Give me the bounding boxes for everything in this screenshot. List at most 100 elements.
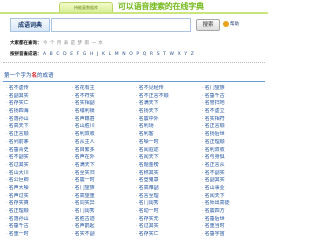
idiom-link[interactable]: 名满天下: [72, 162, 136, 170]
idiom-link[interactable]: 名声籍甚: [72, 116, 136, 124]
idiom-link[interactable]: 名正言顺: [202, 123, 266, 131]
header-divider: [0, 12, 268, 14]
idiom-link[interactable]: 名垂青史: [6, 147, 70, 155]
help-link[interactable]: 帮助: [223, 20, 239, 30]
idiom-link[interactable]: 名门望族: [202, 85, 266, 93]
pinyin-index-label: 按拼音查成语：: [10, 52, 42, 57]
idiom-link[interactable]: 名垂千古: [6, 223, 70, 231]
search-category-label: 成语词典: [10, 18, 50, 32]
idiom-link[interactable]: 名不副实: [6, 154, 70, 162]
idiom-link[interactable]: 名声在外: [72, 154, 136, 162]
idiom-link[interactable]: 名不虚立: [202, 108, 266, 116]
idiom-link[interactable]: 名垂后世: [202, 216, 266, 224]
idiom-link[interactable]: 名正言顺: [6, 131, 70, 139]
idiom-link[interactable]: 名闻天下: [136, 154, 200, 162]
idiom-link[interactable]: 名垂千古: [202, 93, 266, 101]
idiom-link[interactable]: 名正理顺: [6, 208, 70, 216]
idiom-link[interactable]: 名称其实: [136, 170, 200, 178]
section-title: 第一个字为名的成语: [4, 71, 54, 81]
idiom-link[interactable]: 名垂宇宙: [202, 231, 266, 239]
idiom-link[interactable]: 名重当时: [202, 223, 266, 231]
idiom-link[interactable]: 名实不副: [72, 231, 136, 239]
idiom-link[interactable]: 名山胜川: [72, 123, 136, 131]
tab-database[interactable]: 持能复数据库: [59, 2, 113, 12]
idiom-link[interactable]: 名利客: [136, 131, 200, 139]
idiom-column-2: 名花有主名不符实名实相副名缰利锁名声籍甚名山胜川名利双收名从主人名目繁多名声在外…: [72, 85, 136, 239]
idiom-link[interactable]: 名利双收: [202, 147, 266, 155]
idiom-column-1: 名不虚传名副其实名存实亡名扬四海名落孙山名高天下名正言顺名列前茅名垂青史名不副实…: [6, 85, 70, 239]
idiom-link[interactable]: 名动一时: [136, 208, 200, 216]
search-input[interactable]: [51, 18, 191, 32]
idiom-link[interactable]: 名列前茅: [6, 139, 70, 147]
idiom-link[interactable]: 名声鹊起: [72, 223, 136, 231]
idiom-link[interactable]: 名誉扫地: [202, 100, 266, 108]
idiom-link[interactable]: 名至实归: [72, 170, 136, 178]
idiom-link[interactable]: 名高难副: [136, 185, 200, 193]
help-label: 帮助: [230, 22, 239, 27]
pinyin-index-row: 按拼音查成语： A B C D E F G H J K L M N O P Q …: [10, 51, 194, 59]
idiom-link[interactable]: 名公巨卿: [6, 177, 70, 185]
idiom-link[interactable]: 名震一时: [72, 177, 136, 185]
idiom-link[interactable]: 名闻天下: [202, 193, 266, 201]
idiom-link[interactable]: 名不副实: [202, 170, 266, 178]
idiom-link[interactable]: 名落孙山: [6, 216, 70, 224]
idiom-link[interactable]: 名过其实: [6, 162, 70, 170]
idiom-link[interactable]: 名实相副: [72, 100, 136, 108]
search-button[interactable]: 搜索: [196, 19, 220, 31]
idiom-link[interactable]: 名噪一时: [136, 139, 200, 147]
idiom-link[interactable]: 名重一时: [6, 231, 70, 239]
idiom-link[interactable]: 名正理顺: [202, 139, 266, 147]
popular-search-row: 大家都在查询： 今 个 月 表 是 梦 雨 一 水: [10, 40, 103, 48]
idiom-link[interactable]: 名落孙山: [6, 116, 70, 124]
idiom-link[interactable]: 名与身俱: [202, 154, 266, 162]
idiom-link[interactable]: 名目繁多: [72, 147, 136, 155]
idiom-link[interactable]: 名登鬼箓: [136, 177, 200, 185]
idiom-link[interactable]: 名声大噪: [6, 185, 70, 193]
idiom-link[interactable]: 名存实爽: [6, 200, 70, 208]
idiom-link[interactable]: 名利场: [136, 123, 200, 131]
idiom-link[interactable]: 名山事业: [202, 185, 266, 193]
idiom-link[interactable]: 名胜古迹: [72, 216, 136, 224]
popular-search-items[interactable]: 今 个 月 表 是 梦 雨 一 水: [43, 41, 103, 46]
idiom-link[interactable]: 名门闺秀: [136, 200, 200, 208]
idiom-link[interactable]: 名不见经传: [136, 85, 200, 93]
pinyin-letters[interactable]: A B C D E F G H J K L M N O P Q R S T W …: [43, 52, 194, 57]
idiom-link[interactable]: 名实相符: [202, 116, 266, 124]
idiom-column-4: 名门望族名垂千古名誉扫地名不虚立名实相符名正言顺名扬后世名正理顺名利双收名与身俱…: [202, 85, 266, 239]
section-divider: [3, 81, 265, 82]
help-icon: [223, 20, 229, 27]
idiom-link[interactable]: 名扬四海: [6, 108, 70, 116]
idiom-link[interactable]: 名副其实: [6, 93, 70, 101]
idiom-link[interactable]: 名花有主: [72, 85, 136, 93]
idiom-link[interactable]: 名扬天下: [136, 108, 200, 116]
idiom-link[interactable]: 名扬后世: [202, 131, 266, 139]
idiom-link[interactable]: 名门闺秀: [72, 208, 136, 216]
idiom-link[interactable]: 名从主人: [72, 139, 136, 147]
section-title-suffix: 的成语: [37, 73, 54, 79]
idiom-link[interactable]: 名存实无: [136, 216, 200, 224]
idiom-link[interactable]: 名存实亡: [136, 231, 200, 239]
popular-search-label: 大家都在查询：: [10, 41, 42, 46]
idiom-link[interactable]: 名正言从: [202, 162, 266, 170]
idiom-link[interactable]: 名声过实: [6, 193, 70, 201]
idiom-link[interactable]: 名不正言不顺: [136, 93, 200, 101]
idiom-link[interactable]: 名利双收: [72, 131, 136, 139]
idiom-link[interactable]: 名不符实: [72, 93, 136, 101]
idiom-link[interactable]: 名门望族: [72, 185, 136, 193]
idiom-link[interactable]: 名过其实: [136, 223, 200, 231]
idiom-link[interactable]: 名存实亡: [6, 100, 70, 108]
idiom-link[interactable]: 名副其实: [202, 177, 266, 185]
idiom-link[interactable]: 名师出高徒: [202, 200, 266, 208]
idiom-link[interactable]: 名同实异: [72, 200, 136, 208]
idiom-link[interactable]: 名题金榜: [136, 162, 200, 170]
idiom-link[interactable]: 名山大川: [6, 170, 70, 178]
idiom-link[interactable]: 名震中外: [136, 116, 200, 124]
idiom-link[interactable]: 名高天下: [6, 123, 70, 131]
idiom-link[interactable]: 名言至理: [136, 193, 200, 201]
idiom-link[interactable]: 名震四方: [202, 208, 266, 216]
idiom-link[interactable]: 名高望重: [72, 193, 136, 201]
idiom-link[interactable]: 名不虚传: [6, 85, 70, 93]
idiom-link[interactable]: 名满天下: [136, 100, 200, 108]
idiom-link[interactable]: 名缰利锁: [72, 108, 136, 116]
idiom-link[interactable]: 名闻遐迩: [136, 147, 200, 155]
